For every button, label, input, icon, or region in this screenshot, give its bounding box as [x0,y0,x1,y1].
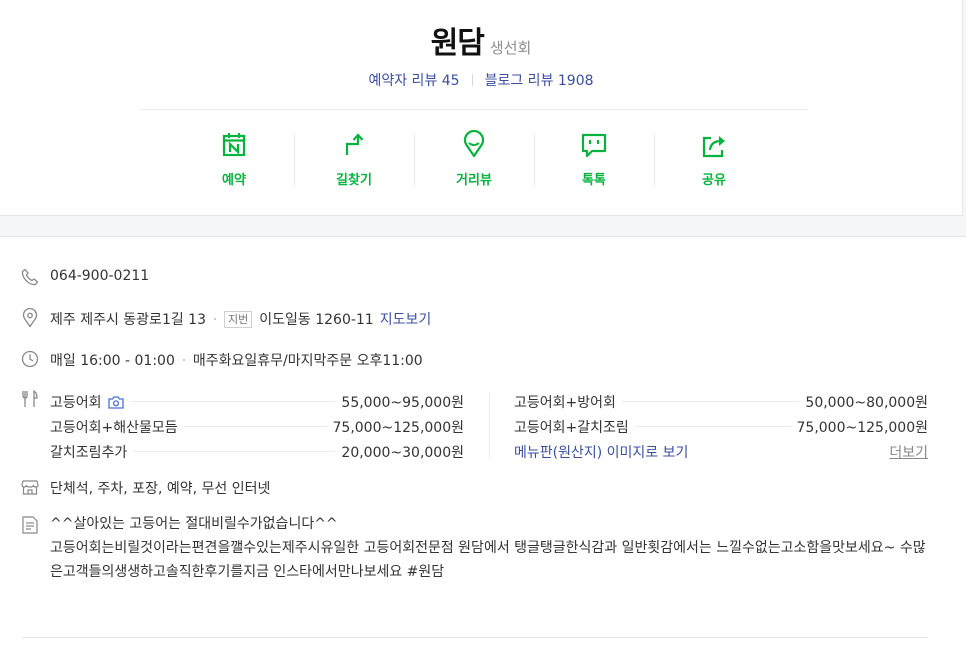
menu-column-left: 고등어회 55,000~95,000원 고등어회+해산물모듬 75,000~12… [50,389,464,464]
address-row: 제주 제주시 동광로1길 13 지번 이도일동 1260-11 지도보기 [20,308,928,328]
directions-button[interactable]: 길찾기 [294,130,414,190]
booking-button[interactable]: 예약 [174,130,294,190]
phone-row: 064-900-0211 [20,267,928,287]
menu-item[interactable]: 고등어회+해산물모듬 75,000~125,000원 [50,414,464,439]
description-row: ^^살아있는 고등어는 절대비릴수가없습니다^^ 고등어회는비릴것이라는편견을깰… [20,515,928,595]
description-text: ^^살아있는 고등어는 절대비릴수가없습니다^^ 고등어회는비릴것이라는편견을깰… [50,512,928,584]
phone-icon [21,268,39,286]
menu-item-name: 고등어회+해산물모듬 [50,419,178,436]
menu-leader-line [621,401,800,402]
hours-note: 매주화요일휴무/마지막주문 오후11:00 [192,353,423,369]
more-menu-link[interactable]: 더보기 [889,442,928,462]
booking-review-link[interactable]: 예약자 리뷰 45 [368,73,459,89]
menu-item-name: 고등어회+갈치조림 [514,419,629,436]
talk-button[interactable]: 톡톡 [534,130,654,190]
camera-icon[interactable] [107,395,124,409]
blog-review-link[interactable]: 블로그 리뷰 1908 [485,73,594,89]
share-button[interactable]: 공유 [654,130,774,190]
document-icon [22,516,38,534]
place-category: 생선회 [489,39,532,57]
description-body: 고등어회는비릴것이라는편견을깰수있는제주시유일한 고등어회전문점 원담에서 탱글… [50,540,926,580]
road-address: 제주 제주시 동광로1길 13 [50,312,206,328]
menu-item-name: 고등어회 [50,394,102,411]
menu-column-right: 고등어회+방어회 50,000~80,000원 고등어회+갈치조림 75,000… [514,389,928,464]
directions-label: 길찾기 [336,173,372,188]
menu-item-price: 75,000~125,000원 [796,419,929,436]
menu-item[interactable]: 고등어회+갈치조림 75,000~125,000원 [514,414,928,439]
menu-list: 고등어회 55,000~95,000원 고등어회+해산물모듬 75,000~12… [50,389,928,464]
store-icon [21,480,39,495]
calendar-n-icon [222,133,246,157]
address-text: 제주 제주시 동광로1길 13 지번 이도일동 1260-11 지도보기 [50,309,431,329]
place-info-card: 064-900-0211 제주 제주시 동광로1길 13 지번 이도일동 1260-… [0,236,966,663]
place-header-card: 원담 생선회 예약자 리뷰 45 블로그 리뷰 1908 예약 길찾기 거리뷰 … [0,0,963,216]
share-icon [702,136,725,158]
address-dot [214,318,216,320]
bottom-divider [22,637,928,638]
amenities-text: 단체석, 주차, 포장, 예약, 무선 인터넷 [50,481,271,497]
map-view-link[interactable]: 지도보기 [380,312,432,328]
jibun-address: 이도일동 1260-11 [259,312,374,328]
menu-leader-line [129,401,336,402]
menu-item-name: 고등어회+방어회 [514,394,616,411]
menu-item[interactable]: 갈치조림추가 20,000~30,000원 [50,439,464,464]
menu-leader-line [183,426,327,427]
business-hours: 매일 16:00 - 01:00 [50,353,175,369]
menu-links-row: 메뉴판(원산지) 이미지로 보기 더보기 [514,439,928,464]
location-pin-icon [22,308,38,328]
place-name: 원담 [430,26,485,61]
street-view-pin-icon [463,130,485,158]
menu-item-price: 50,000~80,000원 [805,394,928,411]
menu-item[interactable]: 고등어회 55,000~95,000원 [50,389,464,414]
clock-icon [21,350,39,368]
street-view-label: 거리뷰 [456,173,492,188]
menu-image-link[interactable]: 메뉴판(원산지) 이미지로 보기 [514,442,688,462]
description-headline: ^^살아있는 고등어는 절대비릴수가없습니다^^ [50,516,338,532]
menu-item-price: 20,000~30,000원 [341,444,464,461]
header-divider [140,109,808,110]
share-label: 공유 [702,173,726,188]
menu-item-price: 75,000~125,000원 [332,419,465,436]
menu-column-divider [489,393,490,458]
menu-item-price: 55,000~95,000원 [341,394,464,411]
hours-text: 매일 16:00 - 01:00 매주화요일휴무/마지막주문 오후11:00 [50,350,423,370]
booking-label: 예약 [222,173,246,188]
action-bar: 예약 길찾기 거리뷰 톡톡 공유 [174,130,774,190]
hours-row: 매일 16:00 - 01:00 매주화요일휴무/마지막주문 오후11:00 [20,349,928,369]
jibun-badge: 지번 [224,311,253,328]
menu-item[interactable]: 고등어회+방어회 50,000~80,000원 [514,389,928,414]
menu-leader-line [133,451,336,452]
phone-number[interactable]: 064-900-0211 [50,268,149,284]
fork-knife-icon [22,389,38,407]
menu-item-name: 갈치조림추가 [50,444,128,461]
talk-label: 톡톡 [582,173,606,188]
amenities-row: 단체석, 주차, 포장, 예약, 무선 인터넷 [20,477,928,497]
street-view-button[interactable]: 거리뷰 [414,130,534,190]
review-separator [471,74,473,86]
directions-icon [345,133,364,155]
hours-dot [182,359,185,361]
review-links: 예약자 리뷰 45 블로그 리뷰 1908 [0,70,962,90]
title-row: 원담 생선회 [0,18,962,62]
talk-chat-icon [581,133,607,158]
menu-leader-line [634,426,791,427]
